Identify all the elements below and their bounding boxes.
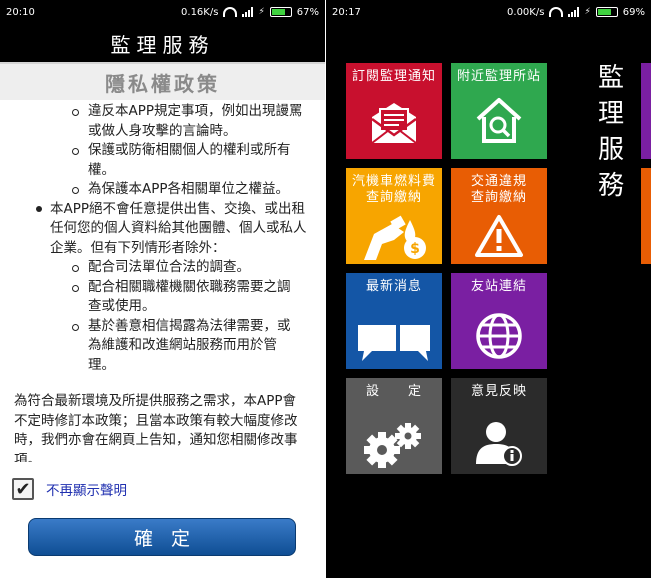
tile-latest-news[interactable]: 最新消息	[346, 273, 442, 369]
network-speed: 0.16K/s	[181, 6, 219, 18]
globe-icon	[476, 313, 522, 359]
tile-label: 交通違規 查詢繳納	[470, 174, 527, 205]
chat-bubbles-icon	[358, 325, 430, 361]
wifi-icon	[549, 7, 564, 17]
policy-main-item: 本APP絕不會任意提供出售、交換、或出租任何您的個人資料給其他團體、個人或私人企…	[0, 200, 325, 259]
mail-icon	[371, 103, 417, 144]
tile-nearby-stations[interactable]: 附近監理所站	[451, 63, 547, 159]
status-time: 20:10	[6, 6, 35, 18]
charging-icon: ⚡	[258, 7, 265, 17]
tile-fuel-fee[interactable]: 汽機車燃料費 查詢繳納 $	[346, 168, 442, 264]
tile-subscribe-notice[interactable]: 訂閱監理通知	[346, 63, 442, 159]
tile-friend-links[interactable]: 友站連結	[451, 273, 547, 369]
battery-icon	[595, 7, 618, 17]
wifi-icon	[223, 7, 238, 17]
status-bar: 20:10 0.16K/s ⚡ 67%	[0, 0, 325, 24]
tile-label: 訂閱監理通知	[351, 69, 436, 84]
tile-settings[interactable]: 設 定	[346, 378, 442, 474]
svg-text:$: $	[410, 241, 420, 257]
side-title-char: 服	[597, 135, 624, 165]
charging-icon: ⚡	[584, 7, 591, 17]
tile-label: 附近監理所站	[456, 69, 541, 84]
privacy-policy-screen: 20:10 0.16K/s ⚡ 67% 監理服務 隱私權政策 違反本APP規定事…	[0, 0, 325, 578]
dont-show-again-checkbox[interactable]: ✔	[12, 478, 34, 500]
tile-label: 設 定	[365, 384, 422, 399]
status-time: 20:17	[332, 6, 361, 18]
status-bar: 20:17 0.00K/s ⚡ 69%	[326, 0, 651, 24]
signal-icon	[568, 7, 580, 17]
policy-sub-item: 保護或防衛相關個人的權利或所有權。	[0, 141, 325, 180]
side-title-char: 理	[597, 99, 624, 129]
tile-label: 友站連結	[470, 279, 527, 294]
policy-sub-item: 配合司法單位合法的調查。	[0, 258, 325, 278]
policy-sub-item: 配合相關職權機關依職務需要之調查或使用。	[0, 278, 325, 317]
side-title-char: 監	[597, 63, 624, 93]
tile-label: 汽機車燃料費 查詢繳納	[351, 174, 436, 205]
policy-title: 隱私權政策	[0, 62, 325, 100]
home-menu-screen: 20:17 0.00K/s ⚡ 69% 訂閱監理通知 附近監理所站 汽機車燃料費…	[326, 0, 651, 578]
tile-label: 最新消息	[365, 279, 422, 294]
battery-percent: 67%	[296, 6, 319, 18]
policy-content[interactable]: 違反本APP規定事項，例如出現謾罵或做人身攻擊的言論時。 保護或防衛相關個人的權…	[0, 102, 325, 462]
tile-traffic-violation[interactable]: 交通違規 查詢繳納	[451, 168, 547, 264]
tile-feedback[interactable]: 意見反映	[451, 378, 547, 474]
policy-sub-item: 為保護本APP各相關單位之權益。	[0, 180, 325, 200]
confirm-button-label: 確定	[133, 527, 208, 550]
next-panel-edge[interactable]	[641, 168, 651, 264]
user-info-icon	[476, 422, 522, 466]
policy-sub-item: 基於善意相信揭露為法律需要，或為維護和改進網站服務而用於管理。	[0, 317, 325, 376]
policy-sub-item: 違反本APP規定事項，例如出現謾罵或做人身攻擊的言論時。	[0, 102, 325, 141]
next-panel-edge[interactable]	[641, 63, 651, 159]
tile-label: 意見反映	[470, 384, 527, 399]
dont-show-again-label[interactable]: 不再顯示聲明	[46, 479, 127, 499]
app-title: 監理服務	[0, 24, 325, 62]
side-title: 監 理 服 務	[596, 60, 626, 204]
fuel-pump-icon: $	[364, 215, 426, 260]
gears-icon	[364, 423, 421, 468]
policy-paragraph: 為符合最新環境及所提供服務之需求，本APP會不定時修訂本政策；且當本政策有較大幅…	[14, 393, 298, 462]
warning-icon	[475, 215, 523, 257]
battery-percent: 69%	[622, 6, 645, 18]
battery-icon	[269, 7, 292, 17]
confirm-button[interactable]: 確定	[28, 518, 296, 556]
network-speed: 0.00K/s	[507, 6, 545, 18]
side-title-char: 務	[597, 171, 624, 201]
home-search-icon	[476, 98, 522, 143]
signal-icon	[242, 7, 254, 17]
dont-show-again-row[interactable]: ✔ 不再顯示聲明	[12, 478, 127, 500]
